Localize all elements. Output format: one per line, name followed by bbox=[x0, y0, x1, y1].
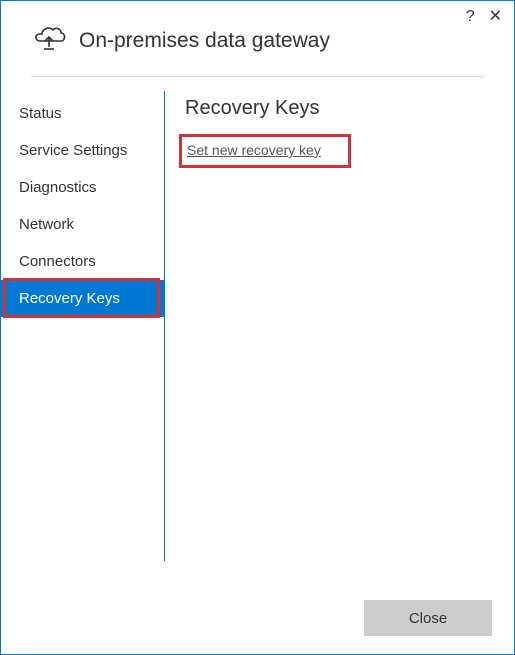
header: On-premises data gateway bbox=[1, 1, 514, 76]
sidebar-item-label: Recovery Keys bbox=[19, 290, 120, 307]
sidebar-item-service-settings[interactable]: Service Settings bbox=[1, 132, 164, 169]
main-panel: Recovery Keys Set new recovery key bbox=[165, 91, 514, 561]
cloud-gateway-icon bbox=[31, 23, 67, 58]
sidebar-item-connectors[interactable]: Connectors bbox=[1, 243, 164, 280]
close-icon[interactable]: ✕ bbox=[489, 9, 502, 25]
close-button[interactable]: Close bbox=[364, 600, 492, 636]
sidebar-item-status[interactable]: Status bbox=[1, 95, 164, 132]
page-title: On-premises data gateway bbox=[79, 29, 330, 53]
sidebar-item-network[interactable]: Network bbox=[1, 206, 164, 243]
set-recovery-key-link[interactable]: Set new recovery key bbox=[187, 142, 321, 158]
titlebar-controls: ? ✕ bbox=[466, 9, 502, 25]
sidebar-item-diagnostics[interactable]: Diagnostics bbox=[1, 169, 164, 206]
content: Status Service Settings Diagnostics Netw… bbox=[1, 77, 514, 561]
sidebar: Status Service Settings Diagnostics Netw… bbox=[1, 91, 165, 561]
sidebar-item-recovery-keys[interactable]: Recovery Keys bbox=[1, 280, 164, 317]
footer: Close bbox=[364, 600, 492, 636]
recovery-link-row: Set new recovery key bbox=[185, 138, 329, 166]
main-title: Recovery Keys bbox=[185, 97, 486, 120]
help-icon[interactable]: ? bbox=[466, 9, 475, 25]
